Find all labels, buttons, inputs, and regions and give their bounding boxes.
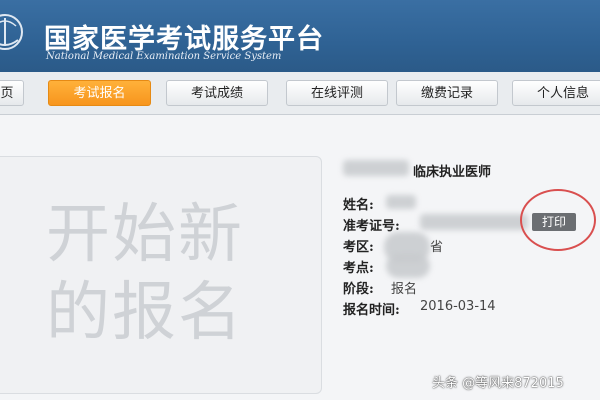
main-nav: 页 考试报名 考试成绩 在线评测 缴费记录 个人信息 (0, 72, 600, 115)
exam-area-label: 考区: (343, 240, 374, 255)
redacted-name (386, 195, 416, 209)
exam-area-value: 省 (430, 240, 444, 255)
ticket-number-label: 准考证号: (343, 219, 400, 234)
exam-type-title: 临床执业医师 (413, 165, 492, 180)
stage-label: 阶段: (343, 282, 374, 297)
name-label: 姓名: (343, 198, 374, 213)
redacted-ticket-number (420, 214, 528, 230)
tab-exam-registration[interactable]: 考试报名 (48, 80, 151, 106)
emblem-icon (0, 14, 23, 50)
redacted-field (343, 160, 409, 176)
exam-site-label: 考点: (343, 261, 374, 276)
tab-online-assessment[interactable]: 在线评测 (286, 80, 388, 106)
new-registration-line-2: 的报名 (46, 276, 244, 350)
tab-home[interactable]: 页 (0, 80, 24, 106)
redacted-site (386, 254, 430, 278)
new-registration-line-1: 开始新 (46, 198, 244, 272)
tab-exam-results[interactable]: 考试成绩 (166, 80, 268, 106)
registration-time-label: 报名时间: (343, 303, 400, 318)
watermark: 头条 @等风来872015 (432, 376, 564, 391)
tab-personal-info[interactable]: 个人信息 (512, 80, 600, 106)
tab-payment-records[interactable]: 缴费记录 (396, 80, 498, 106)
stage-value: 报名 (391, 282, 418, 297)
new-registration-label[interactable]: 开始新 的报名 (46, 196, 306, 352)
site-header: 国家医学考试服务平台 National Medical Examination … (0, 0, 600, 72)
registration-time-value: 2016-03-14 (420, 299, 496, 314)
site-subtitle: National Medical Examination Service Sys… (46, 51, 282, 62)
highlight-circle (520, 189, 596, 251)
